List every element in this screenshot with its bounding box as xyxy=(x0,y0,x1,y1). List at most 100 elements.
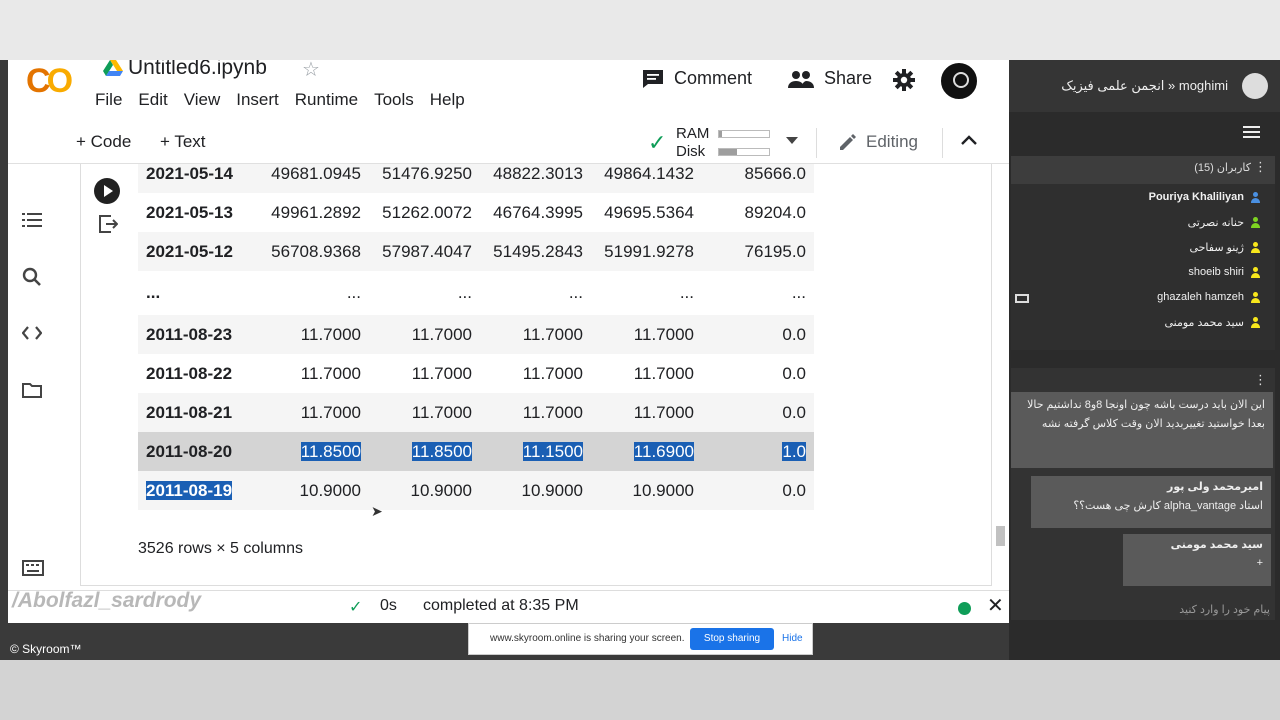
cell-value: 49864.1432 xyxy=(604,164,694,183)
table-cell: ... xyxy=(369,271,480,315)
resources-indicator[interactable]: ✓ RAM Disk xyxy=(648,124,808,162)
output-actions-icon[interactable] xyxy=(98,215,118,233)
comment-button[interactable]: Comment xyxy=(642,68,752,89)
table-cell: 11.8500 xyxy=(258,432,369,471)
code-snippets-icon[interactable] xyxy=(22,325,42,341)
chat-message: سید محمد مومنی + xyxy=(1123,534,1271,586)
cell-value: 0.0 xyxy=(782,324,806,344)
row-index-cell: 2011-08-23 xyxy=(138,315,258,354)
menu-help[interactable]: Help xyxy=(430,90,465,110)
user-list-item[interactable]: shoeib shiri xyxy=(1188,266,1261,278)
cell-value: 48822.3013 xyxy=(493,164,583,183)
user-name: حنانه نصرتی xyxy=(1187,217,1244,229)
table-row: 2011-08-20 11.8500 11.8500 11.1500 11.6900 1.… xyxy=(138,432,814,471)
close-icon[interactable]: ✕ xyxy=(987,593,1004,618)
table-cell: 49864.1432 xyxy=(591,164,702,193)
pencil-icon xyxy=(840,134,856,150)
user-list-item[interactable]: Pouriya Khaliliyan xyxy=(1149,191,1261,203)
comment-icon xyxy=(643,69,663,88)
share-label: Share xyxy=(824,68,873,88)
notebook-title[interactable]: Untitled6.ipynb xyxy=(128,60,267,80)
share-button[interactable]: Share xyxy=(788,68,872,89)
table-cell: ... xyxy=(480,271,591,315)
table-cell: ... xyxy=(702,271,814,315)
add-text-button[interactable]: + Text xyxy=(160,132,206,152)
menu-icon[interactable] xyxy=(1243,126,1260,138)
table-cell: 11.7000 xyxy=(591,393,702,432)
row-index-cell: ... xyxy=(138,271,258,315)
cell-value: 2021-05-14 xyxy=(146,164,233,183)
menu-tools[interactable]: Tools xyxy=(374,90,414,110)
stop-sharing-button[interactable]: Stop sharing xyxy=(690,628,774,650)
skyroom-copyright: © Skyroom™ xyxy=(10,642,82,656)
table-cell: 11.6900 xyxy=(591,432,702,471)
user-list-item[interactable]: حنانه نصرتی xyxy=(1188,216,1261,229)
table-row: 2011-08-23 11.7000 11.7000 11.7000 11.7000 0.… xyxy=(138,315,814,354)
chat-message-text: این الان باید درست باشه چون اونجا 8و8 ند… xyxy=(1027,399,1265,430)
row-index-cell: 2011-08-20 xyxy=(138,432,258,471)
cell-value: 11.8500 xyxy=(411,441,472,461)
user-list-item[interactable]: ژینو سفاحی xyxy=(1189,241,1261,254)
folder-icon[interactable] xyxy=(22,382,42,398)
menu-insert[interactable]: Insert xyxy=(236,90,279,110)
notebook-toolbar: + Code + Text ✓ RAM Disk Editing xyxy=(8,122,1009,164)
table-cell: 49961.2892 xyxy=(258,193,369,232)
editing-mode-button[interactable]: Editing xyxy=(838,132,918,152)
dataframe-table: 2021-05-14 49681.0945 51476.9250 48822.3013… xyxy=(138,164,814,510)
table-cell: 11.7000 xyxy=(480,315,591,354)
table-cell: 0.0 xyxy=(702,354,814,393)
star-icon[interactable]: ☆ xyxy=(302,60,320,82)
table-cell: 0.0 xyxy=(702,471,814,510)
cell-value: 1.0 xyxy=(782,441,806,461)
cell-value: 2011-08-20 xyxy=(146,441,233,461)
cell-value: 11.7000 xyxy=(633,324,694,344)
menu-view[interactable]: View xyxy=(184,90,221,110)
command-palette-icon[interactable] xyxy=(22,560,44,576)
google-drive-icon xyxy=(103,60,123,76)
cell-value: 2011-08-23 xyxy=(146,324,233,344)
more-options-icon[interactable]: ⋮ xyxy=(1254,372,1267,388)
add-code-button[interactable]: + Code xyxy=(76,132,131,152)
table-of-contents-icon[interactable] xyxy=(22,212,42,228)
account-avatar[interactable] xyxy=(939,61,979,101)
screen-share-banner: www.skyroom.online is sharing your scree… xyxy=(468,623,813,655)
chevron-down-icon[interactable] xyxy=(786,137,798,144)
chat-panel: ⋮ این الان باید درست باشه چون اونجا 8و8 … xyxy=(1011,368,1275,620)
user-avatar-icon[interactable] xyxy=(1242,73,1268,99)
table-cell: 51262.0072 xyxy=(369,193,480,232)
chat-input[interactable]: پیام خود را وارد کنید xyxy=(1179,603,1270,616)
cell-value: 11.8500 xyxy=(300,441,361,461)
cell-value: 10.9000 xyxy=(410,480,472,500)
cell-value: 11.1500 xyxy=(522,441,583,461)
table-cell: 48822.3013 xyxy=(480,164,591,193)
code-cell-output: 2021-05-14 49681.0945 51476.9250 48822.3013… xyxy=(80,164,992,586)
cell-value: 85666.0 xyxy=(744,164,806,183)
chat-message-text: + xyxy=(1256,557,1263,569)
chevron-up-icon[interactable] xyxy=(961,135,977,145)
scrollbar-thumb[interactable] xyxy=(996,526,1005,546)
hide-button[interactable]: Hide xyxy=(782,633,803,644)
run-cell-button[interactable] xyxy=(94,178,120,204)
more-options-icon[interactable]: ⋮ xyxy=(1254,159,1267,175)
menu-file[interactable]: File xyxy=(95,90,122,110)
mouse-cursor-icon: ➤ xyxy=(371,503,383,519)
table-cell: 56708.9368 xyxy=(258,232,369,271)
colab-logo[interactable]: CO xyxy=(26,62,73,101)
search-icon[interactable] xyxy=(22,267,42,287)
person-icon xyxy=(1250,191,1261,203)
cell-value: 2011-08-22 xyxy=(146,363,233,383)
user-list-item[interactable]: سید محمد مومنی xyxy=(1164,316,1261,329)
table-cell: 10.9000 xyxy=(258,471,369,510)
menu-edit[interactable]: Edit xyxy=(138,90,167,110)
user-list-item[interactable]: ghazaleh hamzeh xyxy=(1157,291,1261,303)
cell-value: 10.9000 xyxy=(521,480,583,500)
desktop-background-top xyxy=(0,0,1280,60)
user-name: Pouriya Khaliliyan xyxy=(1148,191,1244,203)
cell-value: 49695.5364 xyxy=(604,202,694,222)
person-icon xyxy=(1250,217,1261,228)
vertical-scrollbar[interactable] xyxy=(992,164,1009,586)
menu-runtime[interactable]: Runtime xyxy=(295,90,358,110)
gear-icon[interactable] xyxy=(893,69,915,91)
row-index-cell: 2011-08-19 xyxy=(138,471,258,510)
watermark: /Abolfazl_sardrody xyxy=(12,589,202,612)
